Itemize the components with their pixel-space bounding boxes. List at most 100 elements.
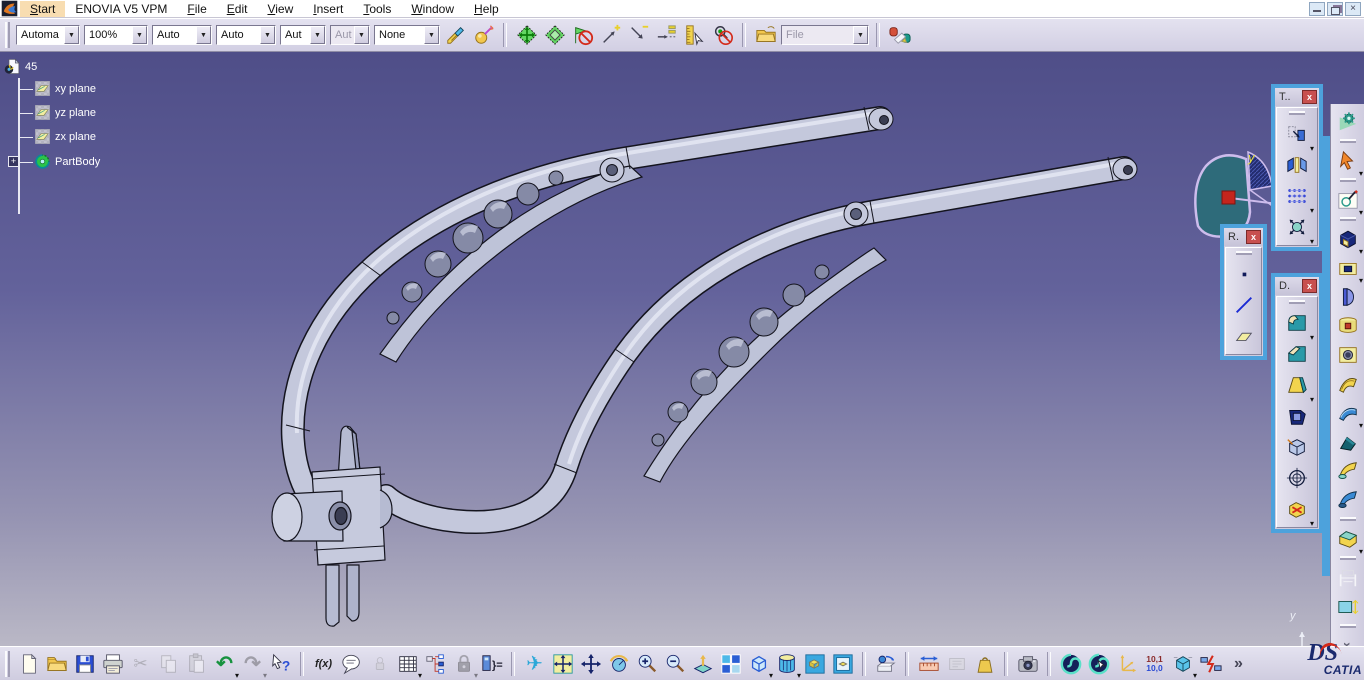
graphic-property-dropdown-7[interactable]: None ▼ — [374, 25, 440, 45]
open-folder-icon[interactable] — [44, 651, 69, 676]
thread-icon[interactable] — [1282, 462, 1312, 493]
menu-insert[interactable]: Insert — [303, 1, 353, 17]
constraint-box-icon[interactable] — [1334, 593, 1361, 620]
tree-item-xy-plane[interactable]: xy plane — [34, 80, 96, 97]
comments-icon[interactable] — [339, 651, 364, 676]
capture-icon[interactable] — [1015, 651, 1040, 676]
toolbar-drag-handle[interactable] — [1339, 624, 1356, 628]
fillet-icon[interactable] — [1282, 307, 1314, 342]
chamfer-box-icon[interactable] — [1334, 525, 1363, 556]
mass-icon[interactable] — [972, 651, 997, 676]
graphic-property-dropdown-1[interactable]: Automa ▼ — [16, 25, 80, 45]
graphic-property-dropdown-5[interactable]: Aut ▼ — [280, 25, 326, 45]
plane-icon[interactable] — [1229, 320, 1259, 351]
menu-start[interactable]: Start — [20, 0, 66, 17]
axis-system-icon[interactable] — [1114, 651, 1139, 676]
search-off-icon[interactable] — [710, 23, 735, 48]
swap-visible-space-icon[interactable] — [830, 651, 855, 676]
pan-icon[interactable] — [578, 651, 603, 676]
open-catalog-icon[interactable] — [753, 23, 778, 48]
arrow-minus-icon[interactable] — [626, 23, 651, 48]
scale-icon[interactable] — [1282, 211, 1314, 246]
groove-icon[interactable] — [1334, 312, 1361, 339]
translate-icon[interactable] — [1282, 118, 1314, 153]
close-icon[interactable]: x — [1302, 279, 1317, 293]
remove-face-icon[interactable] — [1282, 493, 1314, 528]
menu-edit[interactable]: Edit — [217, 1, 258, 17]
tree-item-zx-plane[interactable]: zx plane — [34, 128, 96, 145]
new-document-icon[interactable] — [16, 651, 41, 676]
3d-viewport[interactable]: 45 xy plane yz plane zx plane PartBody + y y… — [0, 52, 1364, 646]
paint-properties-icon[interactable] — [443, 23, 468, 48]
tree-root[interactable]: 45 — [4, 58, 37, 75]
draft-icon[interactable] — [1282, 369, 1314, 404]
select-icon[interactable] — [1334, 147, 1363, 178]
toolbar-drag-handle[interactable] — [1339, 178, 1356, 182]
toolbar-drag-handle[interactable] — [1339, 517, 1356, 521]
whats-this-icon[interactable]: ? — [268, 651, 293, 676]
more-chevron-icon[interactable]: » — [1226, 651, 1251, 676]
workbench-icon[interactable] — [1334, 108, 1361, 135]
menu-file[interactable]: File — [177, 1, 216, 17]
hole-icon[interactable] — [1334, 341, 1361, 368]
sketcher-icon[interactable] — [1334, 186, 1363, 217]
shaft-icon[interactable] — [1334, 283, 1361, 310]
shell-icon[interactable] — [1282, 400, 1312, 431]
chevron-down-icon[interactable]: ▼ — [310, 26, 325, 44]
turntable-icon[interactable] — [873, 651, 898, 676]
zoom-in-icon[interactable] — [634, 651, 659, 676]
3d-model[interactable] — [0, 52, 1364, 646]
knowledge-hand-icon[interactable] — [1086, 651, 1111, 676]
close-button[interactable]: × — [1345, 1, 1361, 16]
chevron-down-icon[interactable]: ▼ — [196, 26, 211, 44]
restore-button[interactable] — [1327, 1, 1343, 16]
formula-icon[interactable]: f(x) — [311, 651, 336, 676]
rotate-icon[interactable] — [606, 651, 631, 676]
chevron-down-icon[interactable]: ▼ — [424, 26, 439, 44]
close-icon[interactable]: x — [1246, 230, 1261, 244]
toolbar-drag-handle[interactable] — [5, 22, 10, 48]
equivalent-dims-icon[interactable]: }= — [479, 651, 504, 676]
mean-dimensions-icon[interactable]: 10,1 10,0 — [1142, 651, 1167, 676]
knowledge-inspector-icon[interactable] — [1058, 651, 1083, 676]
tree-item-partbody[interactable]: PartBody — [34, 153, 100, 170]
wand-icon[interactable] — [471, 23, 496, 48]
toolbar-drag-handle[interactable] — [1289, 111, 1305, 115]
move-icon[interactable] — [514, 23, 539, 48]
multi-view-icon[interactable] — [718, 651, 743, 676]
snap-icon[interactable] — [654, 23, 679, 48]
point-icon[interactable] — [1229, 258, 1259, 289]
chamfer-icon[interactable] — [1282, 338, 1312, 369]
structure-tree-icon[interactable] — [423, 651, 448, 676]
graphic-property-dropdown-2[interactable]: 100% ▼ — [84, 25, 148, 45]
tree-item-yz-plane[interactable]: yz plane — [34, 104, 96, 121]
toolbar-drag-handle[interactable] — [1339, 556, 1356, 560]
fly-mode-icon[interactable]: ✈ — [522, 651, 547, 676]
pattern-icon[interactable] — [1282, 180, 1314, 215]
rib-icon[interactable] — [1334, 370, 1361, 397]
diamond-icon[interactable] — [542, 23, 567, 48]
constraints-icon[interactable] — [1334, 564, 1361, 591]
normal-view-icon[interactable] — [690, 651, 715, 676]
arrow-plus-icon[interactable] — [598, 23, 623, 48]
design-table-icon[interactable] — [395, 651, 422, 680]
loft-icon[interactable] — [1334, 457, 1361, 484]
line-icon[interactable] — [1229, 289, 1259, 320]
removed-loft-icon[interactable] — [1334, 486, 1361, 513]
graphic-property-dropdown-4[interactable]: Auto ▼ — [216, 25, 276, 45]
slot-icon[interactable] — [1334, 399, 1363, 430]
chevron-down-icon[interactable]: ▼ — [260, 26, 275, 44]
stiffener-icon[interactable] — [1334, 428, 1361, 455]
pad-icon[interactable] — [1334, 225, 1363, 256]
chevron-down-icon[interactable]: ▼ — [132, 26, 147, 44]
expander-icon[interactable]: + — [8, 156, 19, 167]
zoom-out-icon[interactable] — [662, 651, 687, 676]
toolbar-drag-handle[interactable] — [1339, 139, 1356, 143]
undo-icon[interactable]: ↶ — [212, 651, 239, 680]
toolbar-drag-handle[interactable] — [5, 650, 10, 677]
minimize-button[interactable] — [1309, 1, 1325, 16]
menu-view[interactable]: View — [257, 1, 303, 17]
transfer-icon[interactable] — [887, 23, 912, 48]
menu-tools[interactable]: Tools — [353, 1, 401, 17]
fit-all-in-icon[interactable] — [550, 651, 575, 676]
